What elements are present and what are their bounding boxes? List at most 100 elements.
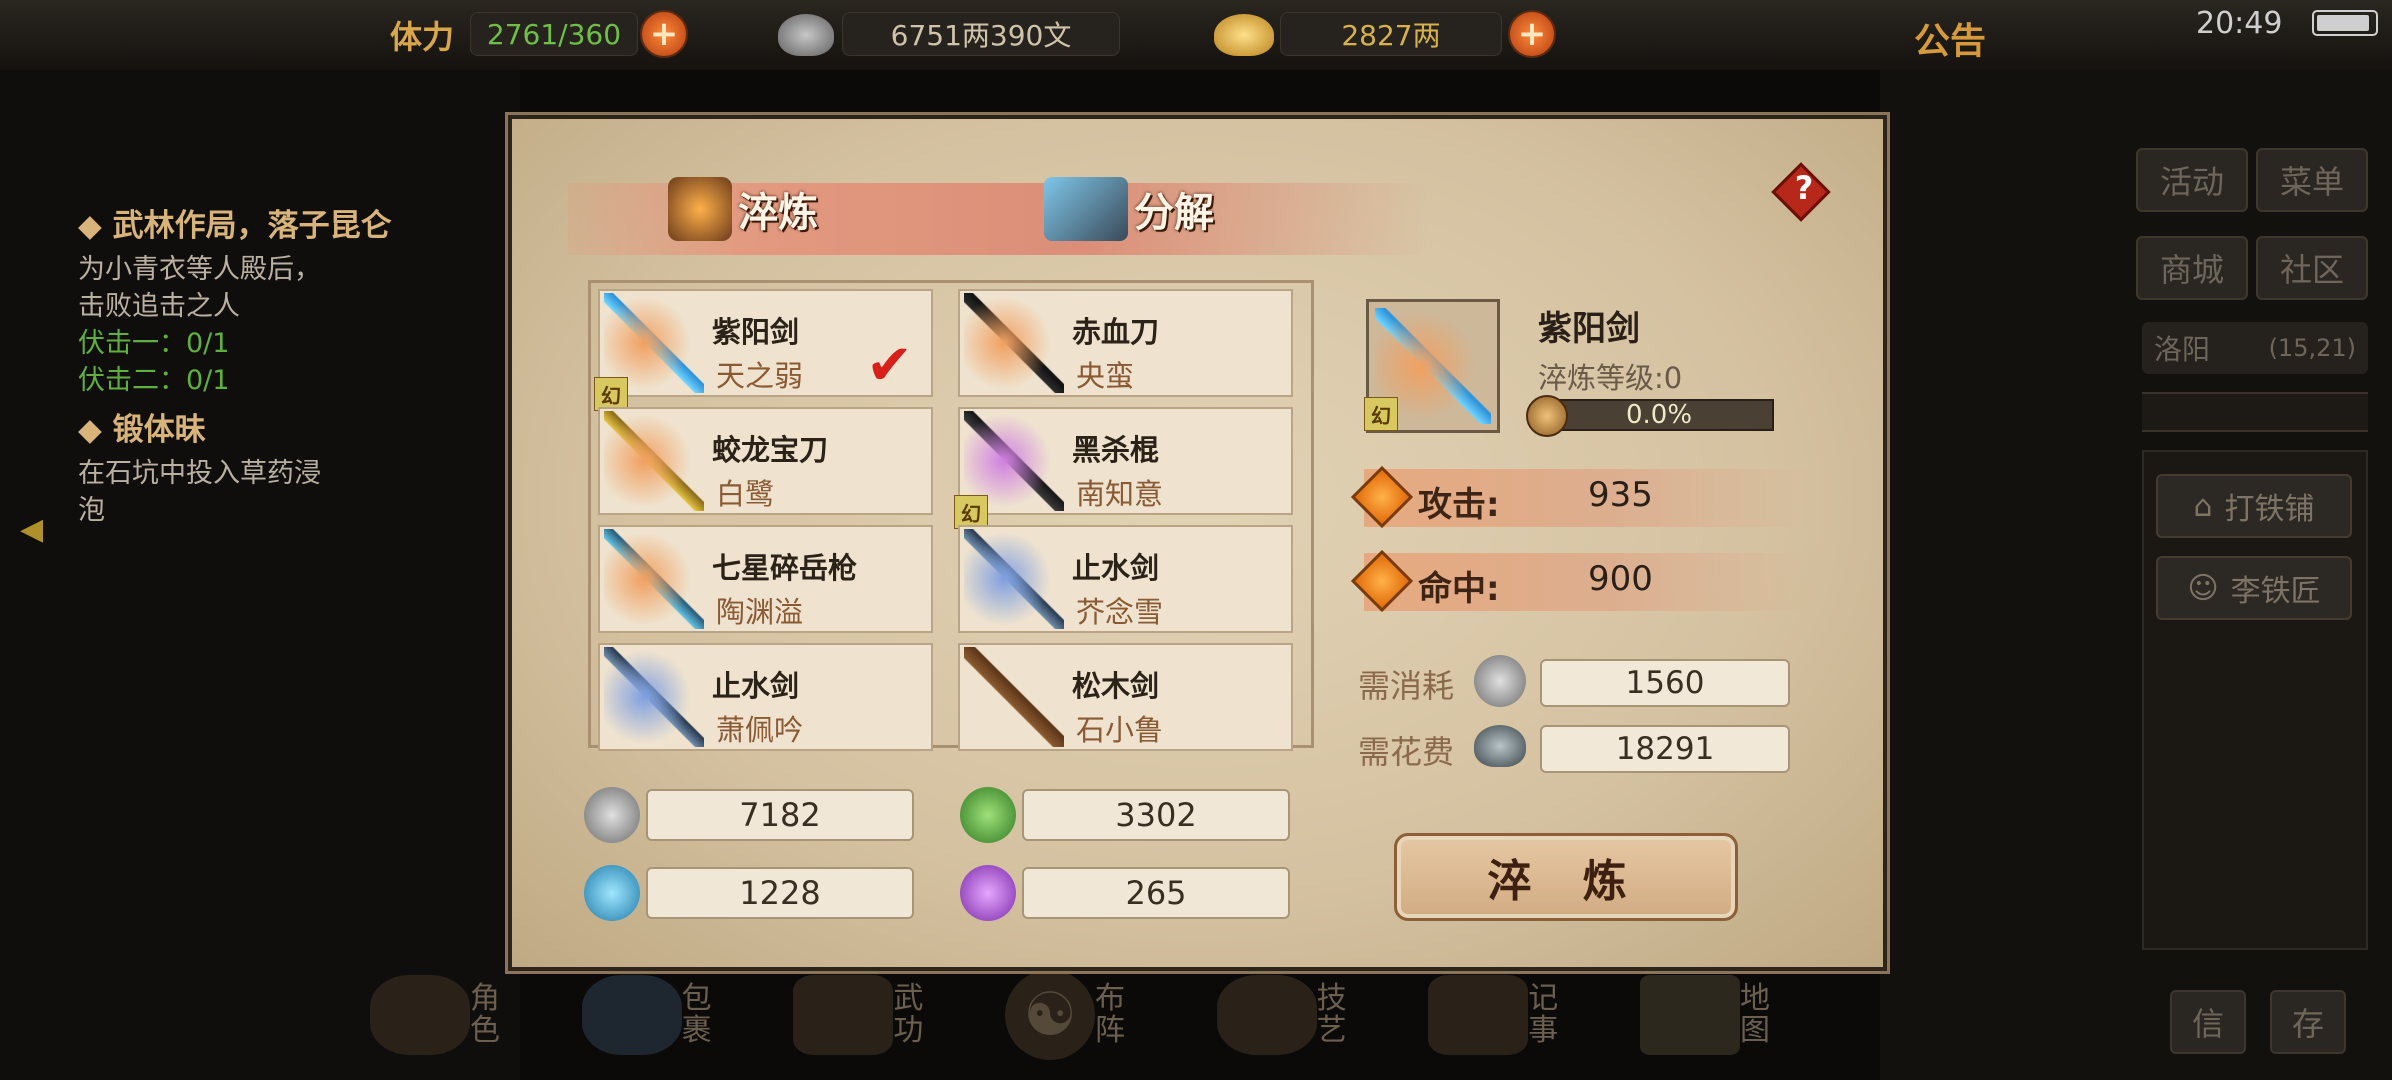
phantom-badge-icon: 幻 bbox=[594, 377, 628, 411]
nav-formation[interactable]: ☯ 布阵 bbox=[1004, 960, 1205, 1070]
item-card[interactable]: 幻 黑杀棍 南知意 bbox=[954, 407, 1293, 529]
purple-ore-count: 265 bbox=[1022, 867, 1290, 919]
location-name: 洛阳 bbox=[2154, 333, 2211, 366]
item-owner: 芥念雪 bbox=[1076, 595, 1164, 629]
wooden-sword-icon bbox=[964, 647, 1064, 747]
item-card[interactable]: 幻 紫阳剑 天之弱 ✔ bbox=[594, 289, 933, 411]
map-icon bbox=[1639, 975, 1740, 1055]
quest-text: 击败追击之人 bbox=[78, 291, 240, 322]
item-name: 松木剑 bbox=[1072, 669, 1160, 703]
blue-ore-count: 1228 bbox=[646, 867, 914, 919]
tab-refine[interactable]: 淬炼 bbox=[668, 177, 818, 241]
mail-button[interactable]: 信 bbox=[2170, 990, 2246, 1054]
nav-character[interactable]: 角色 bbox=[370, 960, 570, 1070]
item-card[interactable]: 止水剑 芥念雪 bbox=[958, 525, 1293, 633]
stamina-value: 2761/360 bbox=[470, 12, 638, 56]
menu-button[interactable]: 菜单 bbox=[2256, 148, 2368, 212]
journal-icon bbox=[1428, 975, 1529, 1055]
cost-ore-value: 1560 bbox=[1540, 659, 1790, 707]
hammer-badge-icon bbox=[1526, 395, 1568, 437]
item-card[interactable]: 蛟龙宝刀 白鹭 bbox=[598, 407, 933, 515]
tab-label: 分解 bbox=[1134, 190, 1214, 236]
item-card[interactable]: 止水剑 萧佩吟 bbox=[598, 643, 933, 751]
item-owner: 天之弱 bbox=[716, 359, 804, 393]
taiji-icon: ☯ bbox=[1004, 970, 1095, 1060]
stamina-add-button[interactable]: + bbox=[640, 10, 688, 58]
golden-blade-icon bbox=[604, 411, 704, 511]
silver-icon bbox=[778, 14, 834, 56]
stat-value: 935 bbox=[1588, 475, 1653, 515]
item-owner: 萧佩吟 bbox=[716, 713, 804, 747]
item-name: 止水剑 bbox=[1072, 551, 1160, 585]
compass-strip bbox=[2142, 392, 2368, 432]
silver-ore-icon bbox=[1474, 655, 1526, 707]
nav-map[interactable]: 地图 bbox=[1639, 960, 1840, 1070]
activity-button[interactable]: 活动 bbox=[2136, 148, 2248, 212]
nav-skills[interactable]: 技艺 bbox=[1216, 960, 1417, 1070]
battery-icon bbox=[2312, 10, 2378, 36]
nav-label: 包裹 bbox=[681, 981, 712, 1048]
phantom-badge-icon: 幻 bbox=[1364, 397, 1398, 431]
nav-martial-arts[interactable]: 武功 bbox=[793, 960, 993, 1070]
item-card[interactable]: 七星碎岳枪 陶渊溢 bbox=[598, 525, 933, 633]
npc-label: 打铁铺 bbox=[2224, 492, 2315, 527]
green-ore-count: 3302 bbox=[1022, 789, 1290, 841]
quest-title: 锻体昧 bbox=[112, 412, 206, 448]
blue-ore-icon bbox=[584, 865, 640, 921]
item-name: 七星碎岳枪 bbox=[712, 551, 858, 585]
npc-button-blacksmith-shop[interactable]: ⌂ 打铁铺 bbox=[2156, 474, 2352, 538]
quest-goal: 伏击一：0/1 bbox=[78, 328, 230, 359]
location-bar: 洛阳 (15,21) bbox=[2142, 322, 2368, 374]
sword-icon bbox=[964, 529, 1064, 629]
diamond-bullet-icon: ◆ bbox=[78, 412, 113, 448]
refine-button[interactable]: 淬 炼 bbox=[1394, 833, 1738, 921]
silver-ingot-icon bbox=[1474, 725, 1526, 767]
refine-level: 淬炼等级:0 bbox=[1538, 361, 1683, 395]
nav-bag[interactable]: 包裹 bbox=[581, 960, 782, 1070]
quest-goal: 伏击二：0/1 bbox=[78, 365, 230, 396]
item-name: 紫阳剑 bbox=[712, 315, 800, 349]
community-button[interactable]: 社区 bbox=[2256, 236, 2368, 300]
clock: 20:49 bbox=[2196, 6, 2283, 41]
shop-button[interactable]: 商城 bbox=[2136, 236, 2248, 300]
announcement-button[interactable]: 公告 bbox=[1914, 12, 1986, 64]
refine-panel: 淬炼 分解 ? 幻 紫阳剑 天之弱 ✔ 赤血刀 央蛮 蛟龙宝刀 白鹭 幻 黑杀棍… bbox=[505, 112, 1890, 974]
collapse-arrow-icon[interactable]: ◀ bbox=[20, 512, 60, 562]
diamond-bullet-icon: ◆ bbox=[78, 208, 113, 244]
quest-text: 泡 bbox=[78, 495, 105, 526]
quest-text: 在石坑中投入草药浸 bbox=[78, 458, 321, 489]
item-owner: 南知意 bbox=[1076, 477, 1164, 511]
character-icon bbox=[370, 975, 470, 1055]
location-coords: (15,21) bbox=[2268, 334, 2356, 362]
nav-label: 记事 bbox=[1528, 981, 1559, 1048]
silver-ore-count: 7182 bbox=[646, 789, 914, 841]
npc-button-blacksmith[interactable]: ☺ 李铁匠 bbox=[2156, 556, 2352, 620]
silver-value: 6751两390文 bbox=[842, 12, 1120, 56]
cost-money-value: 18291 bbox=[1540, 725, 1790, 773]
stat-label: 命中: bbox=[1418, 569, 1500, 609]
item-name: 蛟龙宝刀 bbox=[712, 433, 829, 467]
nav-label: 技艺 bbox=[1316, 981, 1347, 1048]
tab-decompose[interactable]: 分解 bbox=[1044, 177, 1214, 241]
gold-add-button[interactable]: + bbox=[1508, 10, 1556, 58]
item-name: 黑杀棍 bbox=[1072, 433, 1160, 467]
quest-2[interactable]: ◆ 锻体昧 在石坑中投入草药浸 泡 bbox=[78, 404, 498, 529]
nav-label: 角色 bbox=[470, 981, 500, 1048]
save-button[interactable]: 存 bbox=[2270, 990, 2346, 1054]
green-ore-icon bbox=[960, 787, 1016, 843]
purple-ore-icon bbox=[960, 865, 1016, 921]
bottom-nav: 角色 包裹 武功 ☯ 布阵 技艺 记事 地图 bbox=[370, 960, 1840, 1080]
item-name: 赤血刀 bbox=[1072, 315, 1160, 349]
gold-value: 2827两 bbox=[1280, 12, 1502, 56]
quest-1[interactable]: ◆ 武林作局，落子昆仑 为小青衣等人殿后， 击败追击之人 伏击一：0/1 伏击二… bbox=[78, 200, 498, 399]
item-name: 止水剑 bbox=[712, 669, 800, 703]
tab-label: 淬炼 bbox=[738, 190, 818, 236]
teapot-icon bbox=[1216, 975, 1317, 1055]
nav-label: 地图 bbox=[1739, 981, 1770, 1048]
quest-title: 武林作局，落子昆仑 bbox=[112, 208, 392, 244]
nav-label: 布阵 bbox=[1094, 981, 1125, 1048]
item-card[interactable]: 赤血刀 央蛮 bbox=[958, 289, 1293, 397]
item-card[interactable]: 松木剑 石小鲁 bbox=[958, 643, 1293, 751]
nav-journal[interactable]: 记事 bbox=[1428, 960, 1628, 1070]
npc-label: 李铁匠 bbox=[2230, 574, 2321, 609]
